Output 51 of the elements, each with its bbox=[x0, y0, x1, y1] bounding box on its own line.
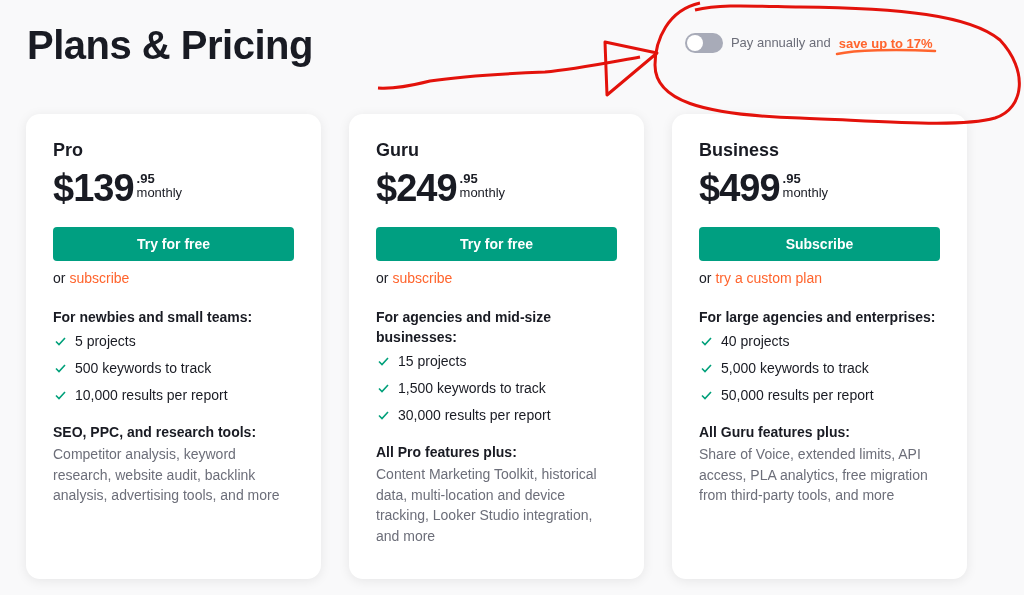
plan-name: Business bbox=[699, 139, 781, 162]
feature-text: 50,000 results per report bbox=[721, 386, 874, 405]
audience-heading: For newbies and small teams: bbox=[53, 308, 254, 327]
extras-description: Content Marketing Toolkit, historical data, multi-location and device tracking, Looker Studio integration, and more bbox=[376, 465, 598, 546]
feature-text: 5 projects bbox=[75, 332, 136, 351]
feature-text: 40 projects bbox=[721, 332, 790, 351]
or-text: or bbox=[699, 269, 712, 287]
audience-heading: For agencies and mid-size businesses: bbox=[376, 308, 553, 347]
feature-text: 1,500 keywords to track bbox=[398, 379, 546, 398]
extras-description: Competitor analysis, keyword research, website audit, backlink analysis, advertising tools, and more bbox=[53, 445, 281, 505]
extras-heading: All Guru features plus: bbox=[699, 423, 851, 442]
check-icon bbox=[701, 336, 712, 346]
feature-text: 10,000 results per report bbox=[75, 386, 228, 405]
extras-heading: All Pro features plus: bbox=[376, 443, 518, 462]
audience-heading: For large agencies and enterprises: bbox=[699, 308, 937, 327]
feature-text: 15 projects bbox=[398, 352, 467, 371]
check-icon bbox=[378, 383, 389, 393]
alternative-link[interactable]: subscribe bbox=[392, 269, 453, 287]
price-cents: .95 bbox=[782, 172, 802, 185]
check-icon bbox=[55, 390, 66, 400]
page-title: Plans & Pricing bbox=[27, 22, 313, 69]
price: $139 bbox=[53, 166, 134, 210]
check-icon bbox=[378, 356, 389, 366]
extras-heading: SEO, PPC, and research tools: bbox=[53, 423, 258, 442]
check-icon bbox=[701, 363, 712, 373]
price: $249 bbox=[376, 166, 457, 210]
billing-toggle[interactable] bbox=[684, 33, 723, 53]
toggle-label: Pay annually and bbox=[730, 34, 831, 53]
plan-button[interactable]: Try for free bbox=[53, 227, 294, 261]
plan-name: Pro bbox=[53, 139, 84, 162]
price-cents: .95 bbox=[459, 172, 479, 185]
plan-name: Guru bbox=[376, 139, 420, 162]
check-icon bbox=[55, 336, 66, 346]
alternative-link[interactable]: subscribe bbox=[69, 269, 130, 287]
feature-text: 30,000 results per report bbox=[398, 406, 551, 425]
price: $499 bbox=[699, 166, 780, 210]
feature-text: 500 keywords to track bbox=[75, 359, 212, 378]
plan-button[interactable]: Try for free bbox=[376, 227, 617, 261]
check-icon bbox=[55, 363, 66, 373]
billing-period: monthly bbox=[136, 185, 183, 200]
billing-period: monthly bbox=[782, 185, 829, 200]
plan-button[interactable]: Subscribe bbox=[699, 227, 940, 261]
check-icon bbox=[701, 390, 712, 400]
alternative-link[interactable]: try a custom plan bbox=[715, 269, 823, 287]
or-text: or bbox=[53, 269, 66, 287]
check-icon bbox=[378, 410, 389, 420]
or-text: or bbox=[376, 269, 389, 287]
extras-description: Share of Voice, extended limits, API access, PLA analytics, free migration from third-party tools, and more bbox=[699, 445, 929, 505]
billing-period: monthly bbox=[459, 185, 506, 200]
price-cents: .95 bbox=[136, 172, 156, 185]
feature-text: 5,000 keywords to track bbox=[721, 359, 869, 378]
